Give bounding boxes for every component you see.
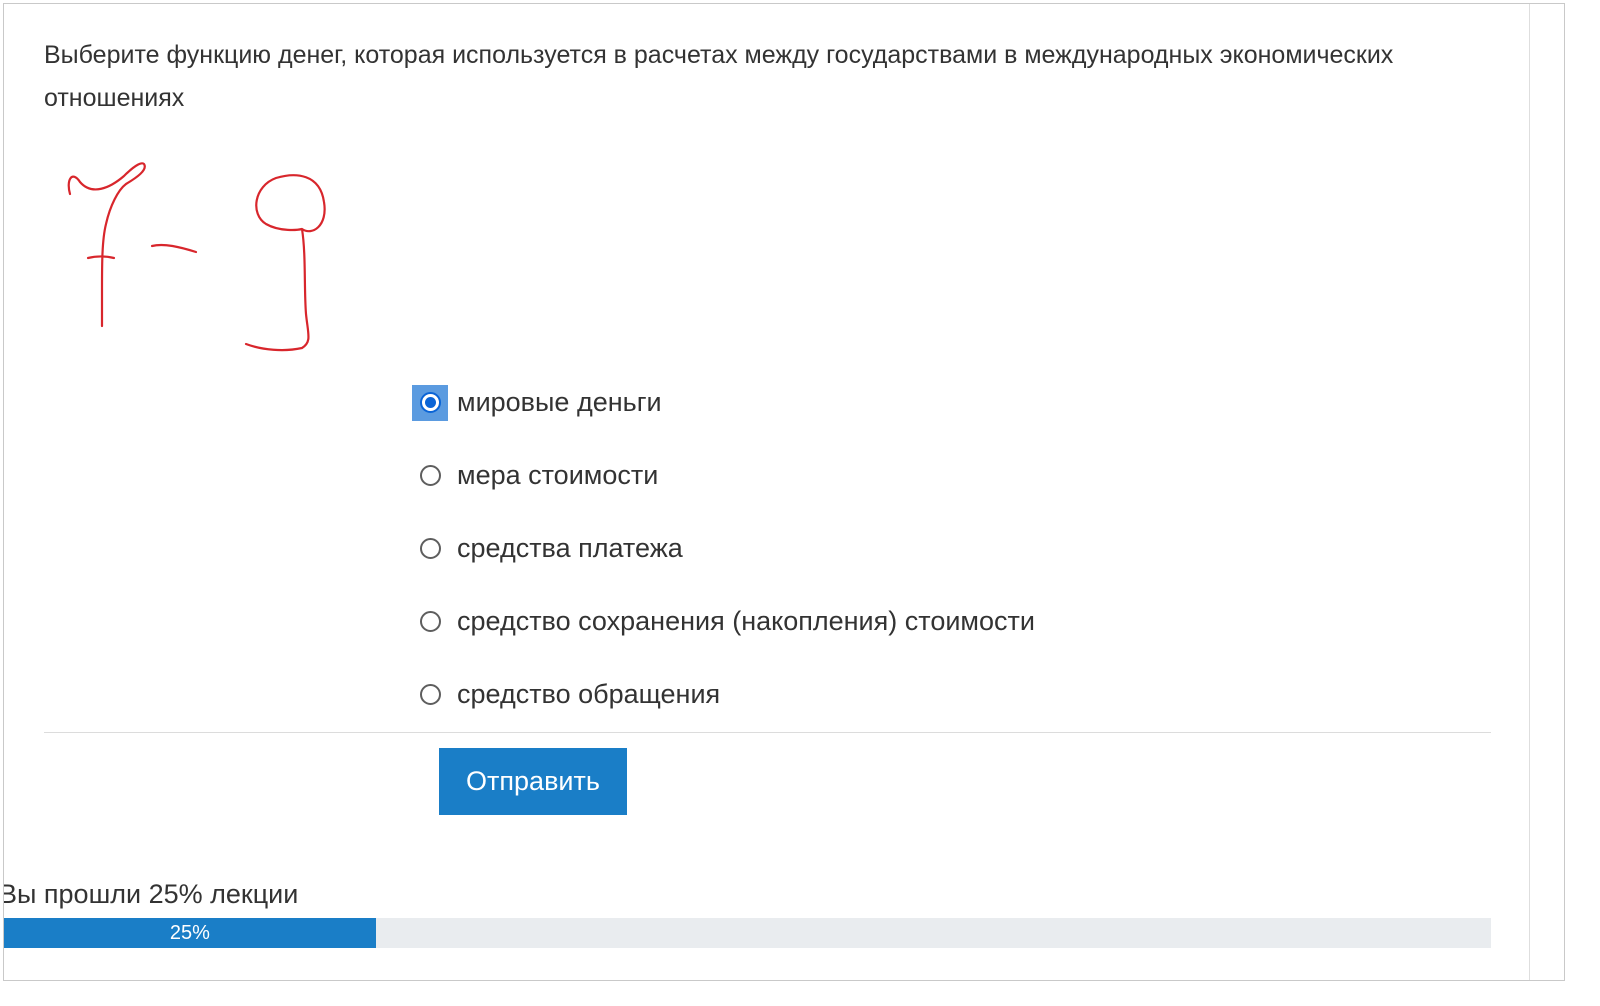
- progress-label: Вы прошли 25% лекции: [3, 879, 299, 909]
- divider: [44, 732, 1491, 733]
- radio-wrapper: [412, 604, 448, 640]
- answer-option[interactable]: мировые деньги: [412, 366, 1035, 439]
- side-divider: [1529, 4, 1530, 980]
- radio-button[interactable]: [419, 465, 441, 486]
- answer-label: мера стоимости: [457, 460, 659, 490]
- answer-option[interactable]: мера стоимости: [412, 439, 1035, 512]
- progress-fill: 25%: [4, 918, 376, 948]
- radio-wrapper: [412, 677, 448, 713]
- radio-wrapper: [412, 458, 448, 494]
- answer-label: средства платежа: [457, 533, 683, 563]
- answer-options: мировые деньги мера стоимости средства п…: [412, 366, 1035, 731]
- radio-wrapper: [412, 531, 448, 567]
- answer-label: средство обращения: [457, 679, 721, 709]
- question-text: Выберите функцию денег, которая использу…: [44, 41, 1394, 112]
- answer-label: средство сохранения (накопления) стоимос…: [457, 606, 1035, 636]
- progress-bar: 25%: [4, 918, 1491, 948]
- radio-button[interactable]: [419, 611, 441, 632]
- radio-button[interactable]: [419, 392, 441, 413]
- lesson-page: Выберите функцию денег, которая использу…: [3, 3, 1565, 981]
- submit-button[interactable]: Отправить: [439, 748, 627, 815]
- radio-button[interactable]: [419, 538, 441, 559]
- answer-option[interactable]: средство обращения: [412, 658, 1035, 731]
- answer-label: мировые деньги: [457, 387, 662, 417]
- answer-option[interactable]: средства платежа: [412, 512, 1035, 585]
- radio-focus-ring: [412, 384, 448, 421]
- answer-option[interactable]: средство сохранения (накопления) стоимос…: [412, 585, 1035, 658]
- handwritten-annotation: [67, 162, 326, 352]
- radio-button[interactable]: [419, 684, 441, 705]
